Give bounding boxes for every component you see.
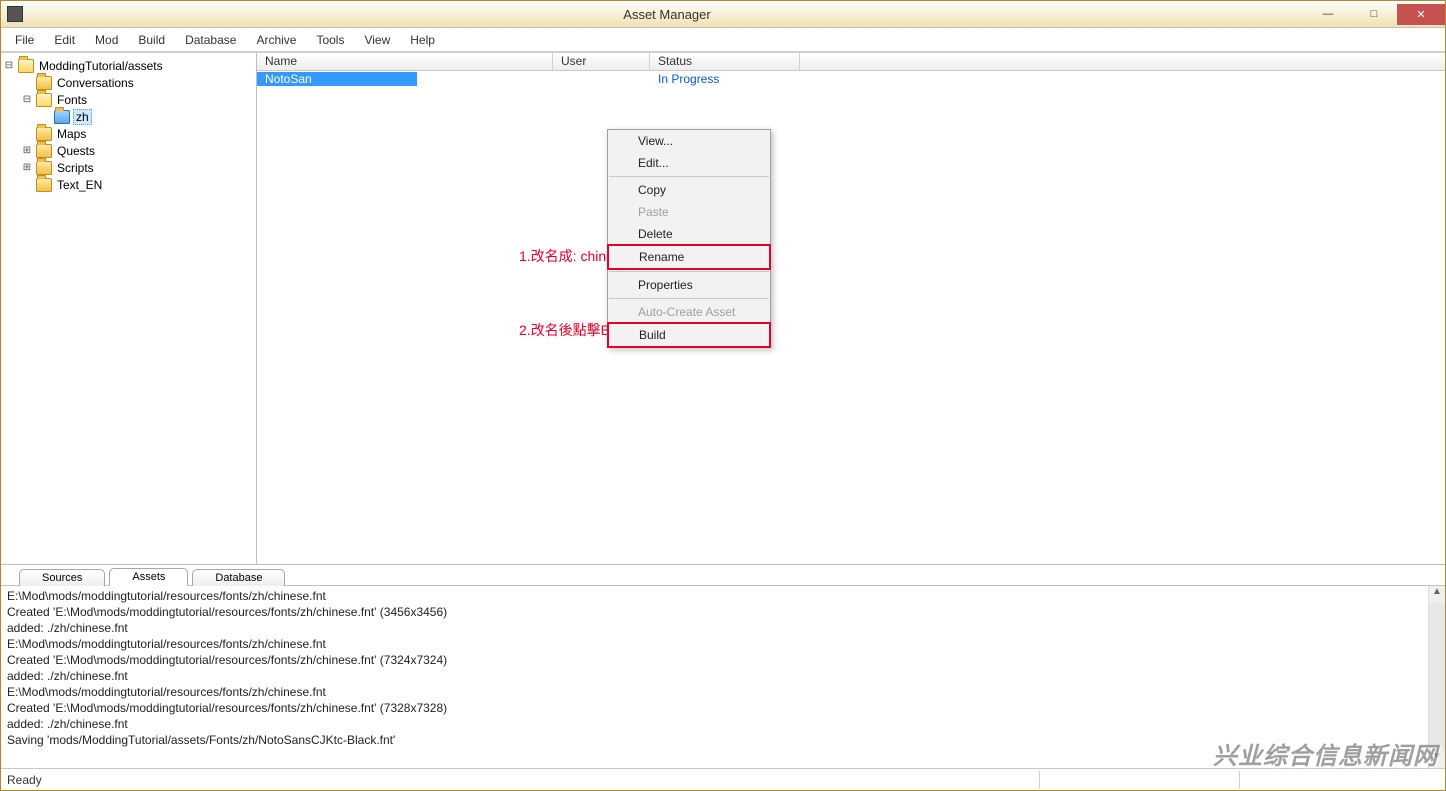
tree-label: Fonts: [55, 93, 89, 107]
window-buttons: — □ ✕: [1305, 4, 1445, 25]
tree-label: Quests: [55, 144, 97, 158]
menu-edit[interactable]: Edit: [44, 30, 85, 50]
console-line: Created 'E:\Mod\mods/moddingtutorial/res…: [7, 652, 1422, 668]
console-line: added: ./zh/chinese.fnt: [7, 620, 1422, 636]
console-line: E:\Mod\mods/moddingtutorial/resources/fo…: [7, 636, 1422, 652]
app-window: Asset Manager — □ ✕ File Edit Mod Build …: [0, 0, 1446, 791]
ctx-build[interactable]: Build: [607, 322, 771, 348]
console-line: E:\Mod\mods/moddingtutorial/resources/fo…: [7, 588, 1422, 604]
folder-icon: [36, 144, 52, 158]
tree-node[interactable]: ⊟ Fonts: [3, 91, 254, 108]
statusbar: Ready: [1, 768, 1445, 790]
maximize-button[interactable]: □: [1351, 4, 1397, 25]
scrollbar[interactable]: ▲ ▼: [1428, 586, 1445, 768]
console-panel: E:\Mod\mods/moddingtutorial/resources/fo…: [1, 586, 1445, 768]
menu-help[interactable]: Help: [400, 30, 445, 50]
menu-tools[interactable]: Tools: [306, 30, 354, 50]
folder-icon: [18, 59, 34, 73]
status-field-2: [1239, 771, 1439, 789]
folder-icon: [36, 178, 52, 192]
tree-label: Maps: [55, 127, 88, 141]
scroll-down-icon[interactable]: ▼: [1429, 751, 1445, 768]
window-title: Asset Manager: [29, 7, 1305, 22]
ctx-properties[interactable]: Properties: [608, 274, 770, 296]
list-row[interactable]: NotoSan In Progress: [257, 71, 1445, 87]
tree-node[interactable]: ⊞ Quests: [3, 142, 254, 159]
console-output[interactable]: E:\Mod\mods/moddingtutorial/resources/fo…: [1, 586, 1428, 768]
col-user[interactable]: User: [553, 53, 650, 70]
list-panel[interactable]: Name User Status NotoSan In Progress Vie…: [257, 53, 1445, 564]
context-menu: View... Edit... Copy Paste Delete Rename…: [607, 129, 771, 348]
tree-root[interactable]: ⊟ ModdingTutorial/assets: [3, 57, 254, 74]
tree-node[interactable]: Text_EN: [3, 176, 254, 193]
col-spacer: [800, 53, 1445, 70]
scroll-track[interactable]: [1429, 603, 1445, 751]
console-tabs: Sources Assets Database: [1, 564, 1445, 586]
tree-node[interactable]: Maps: [3, 125, 254, 142]
tree-label: Conversations: [55, 76, 136, 90]
cell-name: NotoSan: [257, 72, 417, 86]
folder-icon: [36, 127, 52, 141]
tab-sources[interactable]: Sources: [19, 569, 105, 586]
ctx-view[interactable]: View...: [608, 130, 770, 152]
ctx-paste: Paste: [608, 201, 770, 223]
console-line: added: ./zh/chinese.fnt: [7, 668, 1422, 684]
menubar: File Edit Mod Build Database Archive Too…: [1, 28, 1445, 52]
col-status[interactable]: Status: [650, 53, 800, 70]
menu-file[interactable]: File: [5, 30, 44, 50]
expand-icon[interactable]: ⊟: [3, 60, 15, 71]
tab-assets[interactable]: Assets: [109, 568, 188, 586]
folder-icon: [36, 161, 52, 175]
tree-node[interactable]: Conversations: [3, 74, 254, 91]
status-field-1: [1039, 771, 1239, 789]
ctx-delete[interactable]: Delete: [608, 223, 770, 245]
scroll-up-icon[interactable]: ▲: [1429, 586, 1445, 603]
tree-node[interactable]: zh: [3, 108, 254, 125]
tree-node[interactable]: ⊞ Scripts: [3, 159, 254, 176]
menu-mod[interactable]: Mod: [85, 30, 128, 50]
titlebar[interactable]: Asset Manager — □ ✕: [1, 1, 1445, 28]
workarea: ⊟ ModdingTutorial/assets Conversations ⊟ F…: [1, 52, 1445, 564]
folder-icon: [54, 110, 70, 124]
menu-archive[interactable]: Archive: [246, 30, 306, 50]
tree-label: Text_EN: [55, 178, 104, 192]
tree-label: ModdingTutorial/assets: [37, 59, 165, 73]
cell-status: In Progress: [650, 72, 727, 86]
ctx-rename[interactable]: Rename: [607, 244, 771, 270]
tree-panel[interactable]: ⊟ ModdingTutorial/assets Conversations ⊟ F…: [1, 53, 257, 564]
console-line: Saving 'mods/ModdingTutorial/assets/Font…: [7, 732, 1422, 748]
close-button[interactable]: ✕: [1397, 4, 1445, 25]
console-line: E:\Mod\mods/moddingtutorial/resources/fo…: [7, 684, 1422, 700]
tree-label: Scripts: [55, 161, 96, 175]
folder-icon: [36, 93, 52, 107]
separator: [609, 176, 769, 177]
expand-icon[interactable]: ⊟: [21, 94, 33, 105]
app-icon: [7, 6, 23, 22]
ctx-edit[interactable]: Edit...: [608, 152, 770, 174]
console-line: added: ./zh/chinese.fnt: [7, 716, 1422, 732]
menu-build[interactable]: Build: [128, 30, 175, 50]
separator: [609, 271, 769, 272]
console-line: Created 'E:\Mod\mods/moddingtutorial/res…: [7, 604, 1422, 620]
separator: [609, 298, 769, 299]
tree-label: zh: [73, 109, 92, 125]
status-text: Ready: [7, 773, 42, 787]
folder-icon: [36, 76, 52, 90]
expand-icon[interactable]: ⊞: [21, 145, 33, 156]
col-name[interactable]: Name: [257, 53, 553, 70]
console-line: Created 'E:\Mod\mods/moddingtutorial/res…: [7, 700, 1422, 716]
menu-view[interactable]: View: [354, 30, 400, 50]
ctx-autocreate: Auto-Create Asset: [608, 301, 770, 323]
menu-database[interactable]: Database: [175, 30, 246, 50]
ctx-copy[interactable]: Copy: [608, 179, 770, 201]
minimize-button[interactable]: —: [1305, 4, 1351, 25]
expand-icon[interactable]: ⊞: [21, 162, 33, 173]
tab-database[interactable]: Database: [192, 569, 285, 586]
list-header: Name User Status: [257, 53, 1445, 71]
